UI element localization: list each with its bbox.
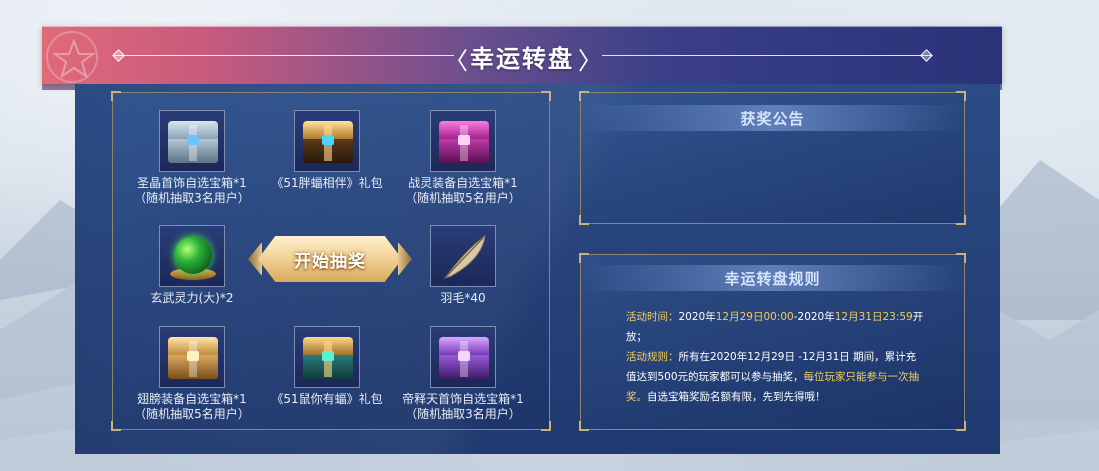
prize-name: 《51胖蝠相伴》礼包 xyxy=(271,176,383,190)
rules-rule-tail: 自选宝箱奖励名额有限，先到先得哦！ xyxy=(647,391,826,403)
green-orb-icon xyxy=(159,225,225,287)
prize-item-5[interactable]: 羽毛*40 xyxy=(388,225,538,306)
prize-name: 翅膀装备自选宝箱*1 xyxy=(137,392,247,406)
prize-note: （随机抽取5名用户） xyxy=(405,191,521,205)
rules-time-mid: -2020年 xyxy=(793,311,835,323)
feather-icon xyxy=(430,225,496,287)
prize-name: 玄武灵力(大)*2 xyxy=(150,291,234,305)
prize-item-1[interactable]: 圣晶首饰自选宝箱*1 （随机抽取3名用户） xyxy=(117,110,267,206)
rules-time-pre: 2020年 xyxy=(678,311,716,323)
prize-name: 《51鼠你有蝠》礼包 xyxy=(271,392,383,406)
prize-item-4[interactable]: 玄武灵力(大)*2 xyxy=(117,225,267,306)
rules-end-date: 12月31日23:59 xyxy=(834,311,913,323)
prize-item-7[interactable]: 《51鼠你有蝠》礼包 xyxy=(252,326,402,407)
prize-item-2[interactable]: 《51胖蝠相伴》礼包 xyxy=(252,110,402,191)
prize-name: 帝释天首饰自选宝箱*1 xyxy=(402,392,524,406)
rules-box: 幸运转盘规则 活动时间：2020年12月29日00:00-2020年12月31日… xyxy=(579,253,966,431)
prize-item-8[interactable]: 帝释天首饰自选宝箱*1 （随机抽取3名用户） xyxy=(388,326,538,422)
purple-chest-icon xyxy=(430,326,496,388)
rules-title: 幸运转盘规则 xyxy=(724,270,821,288)
prize-name: 战灵装备自选宝箱*1 xyxy=(408,176,518,190)
rules-rule-label: 活动规则： xyxy=(626,351,679,363)
magenta-chest-icon xyxy=(430,110,496,172)
prize-name: 圣晶首饰自选宝箱*1 xyxy=(137,176,247,190)
title-banner: 〈 〉 幸运转盘 xyxy=(42,26,1002,90)
prize-note: （随机抽取3名用户） xyxy=(405,407,521,421)
rules-start-date: 12月29日00:00 xyxy=(715,311,794,323)
prize-note: （随机抽取5名用户） xyxy=(134,407,250,421)
gold-chest-icon xyxy=(159,326,225,388)
rules-text: 活动时间：2020年12月29日00:00-2020年12月31日23:59开放… xyxy=(626,307,926,407)
prize-item-6[interactable]: 翅膀装备自选宝箱*1 （随机抽取5名用户） xyxy=(117,326,267,422)
page-title: 幸运转盘 xyxy=(470,45,574,73)
gold-chest-icon xyxy=(294,110,360,172)
announcement-title: 获奖公告 xyxy=(740,110,805,128)
winners-announcement: 获奖公告 xyxy=(579,91,966,225)
prize-item-3[interactable]: 战灵装备自选宝箱*1 （随机抽取5名用户） xyxy=(388,110,538,206)
rules-time-label: 活动时间： xyxy=(626,311,679,323)
prize-note: （随机抽取3名用户） xyxy=(134,191,250,205)
prize-name: 羽毛*40 xyxy=(440,291,486,305)
silver-chest-icon xyxy=(159,110,225,172)
gold-teal-chest-icon xyxy=(294,326,360,388)
